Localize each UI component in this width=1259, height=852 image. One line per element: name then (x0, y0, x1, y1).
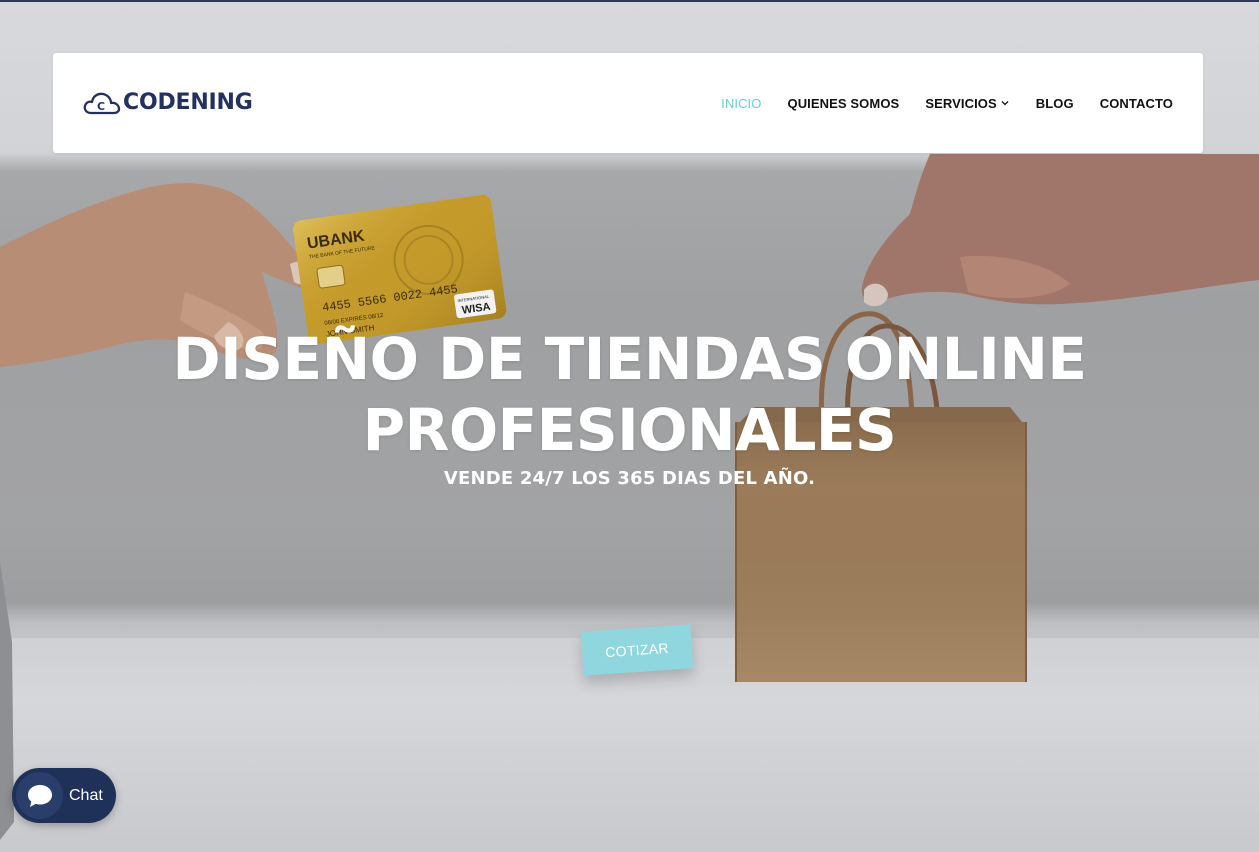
cloud-c-logo-icon: C (83, 92, 121, 115)
brand-name: CODENING (123, 90, 253, 115)
nav-item-label: SERVICIOS (925, 95, 997, 111)
nav-item-servicios[interactable]: SERVICIOS (925, 96, 1009, 111)
nav-item-inicio[interactable]: INICIO (721, 96, 761, 111)
nav-item-label: CONTACTO (1099, 95, 1173, 111)
main-navigation: INICIO QUIENES SOMOS SERVICIOS BLOG CONT… (721, 53, 1173, 153)
nav-item-label: BLOG (1035, 95, 1074, 111)
hero-title: DISEÑO DE TIENDAS ONLINE PROFESIONALES (0, 324, 1259, 466)
chevron-down-icon (1001, 101, 1009, 106)
nav-item-quienes-somos[interactable]: QUIENES SOMOS (787, 96, 899, 111)
brand-logo-link[interactable]: C CODENING (83, 87, 253, 119)
credit-card-image: UBANK THE BANK OF THE FUTURE 4455 5566 0… (293, 194, 507, 345)
hero-section: UBANK THE BANK OF THE FUTURE 4455 5566 0… (0, 0, 1259, 850)
nav-item-blog[interactable]: BLOG (1036, 96, 1074, 111)
chat-widget-button[interactable]: Chat (12, 768, 116, 823)
nav-item-label: QUIENES SOMOS (787, 95, 900, 111)
chat-icon-wrapper (16, 772, 63, 819)
nav-item-label: INICIO (721, 95, 762, 111)
hero-title-line-2: PROFESIONALES (362, 396, 897, 464)
right-hand-image (861, 154, 1259, 307)
chat-label: Chat (69, 786, 103, 804)
hero-title-line-1: DISEÑO DE TIENDAS ONLINE (172, 325, 1087, 393)
nav-item-contacto[interactable]: CONTACTO (1100, 96, 1173, 111)
cotizar-button[interactable]: COTIZAR (580, 624, 694, 676)
chat-bubble-icon (27, 784, 52, 807)
site-header: C CODENING INICIO QUIENES SOMOS SERVICIO… (53, 53, 1203, 153)
svg-text:C: C (97, 100, 105, 113)
hero-subtitle: VENDE 24/7 LOS 365 DIAS DEL AÑO. (443, 468, 816, 489)
